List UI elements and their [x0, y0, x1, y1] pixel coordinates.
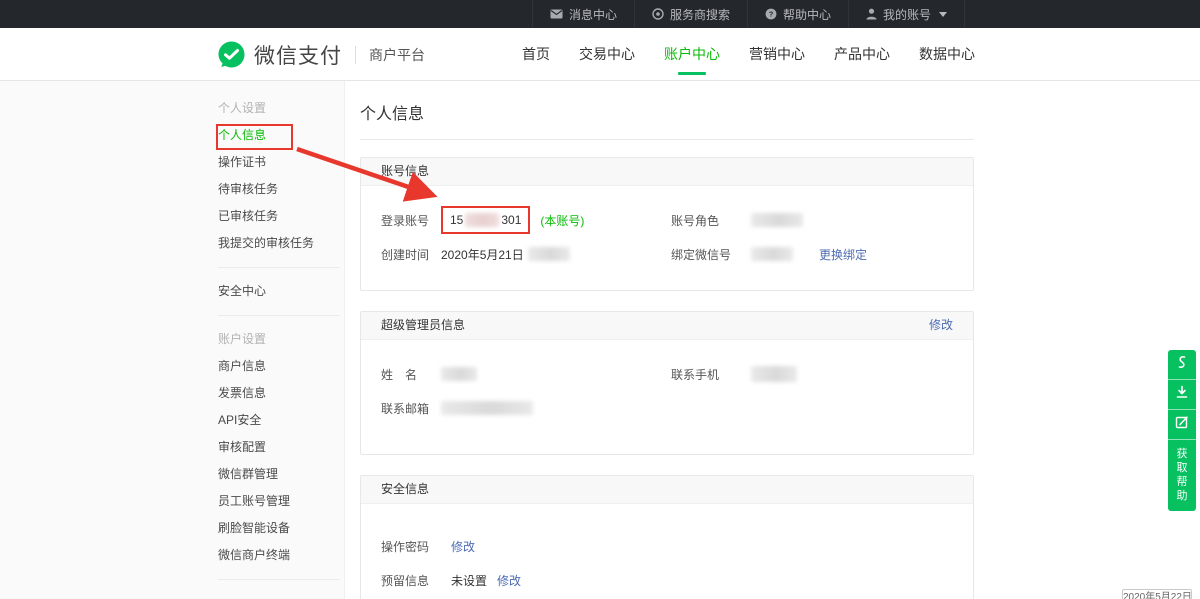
sidebar-item-merchant-terminal[interactable]: 微信商户终端 [218, 542, 340, 569]
envelope-icon [550, 9, 563, 19]
help-center-menu[interactable]: ? 帮助中心 [747, 0, 848, 28]
login-account-label: 登录账号 [381, 212, 441, 229]
rebind-link[interactable]: 更换绑定 [819, 246, 867, 263]
wechat-pay-logo-icon [218, 41, 245, 68]
nav-transaction-center[interactable]: 交易中心 [579, 28, 635, 81]
download-button[interactable] [1168, 380, 1196, 410]
admin-info-card-title: 超级管理员信息 [381, 312, 465, 339]
feedback-edit-icon [1175, 415, 1189, 434]
login-account-annotation-box: 15 301 [441, 206, 530, 234]
login-account-suffix: 301 [501, 213, 521, 227]
reserve-info-status: 未设置 [451, 572, 487, 589]
admin-info-card: 超级管理员信息 修改 姓 名 联系手机 联系邮箱 [360, 311, 974, 455]
account-info-card: 账号信息 登录账号 15 301 (本账号) 账号角色 [360, 157, 974, 291]
admin-phone-redacted [751, 366, 797, 382]
sidebar-section-account-settings: 账户设置 [218, 326, 340, 353]
nav-product-center[interactable]: 产品中心 [834, 28, 890, 81]
sidebar-item-pending-review-tasks[interactable]: 待审核任务 [218, 176, 340, 203]
operation-password-edit-link[interactable]: 修改 [451, 538, 475, 555]
left-rail: 个人设置 个人信息 操作证书 待审核任务 已审核任务 我提交的审核任务 安全中心… [0, 81, 345, 599]
sidebar-item-wechat-group-mgmt[interactable]: 微信群管理 [218, 461, 340, 488]
login-account-prefix: 15 [450, 213, 463, 227]
hotline-button[interactable] [1168, 350, 1196, 380]
nav-home[interactable]: 首页 [522, 28, 550, 81]
floating-help-bar: 获 取 帮 助 [1168, 350, 1196, 511]
account-role-label: 账号角色 [671, 212, 751, 229]
sidebar-item-personal-info[interactable]: 个人信息 [218, 122, 340, 149]
topbar-item-label: 消息中心 [569, 6, 617, 23]
main-nav: 首页 交易中心 账户中心 营销中心 产品中心 数据中心 [493, 28, 975, 81]
topbar-item-label: 服务商搜索 [670, 6, 730, 23]
admin-info-card-header: 超级管理员信息 修改 [361, 312, 973, 340]
reserve-info-edit-link[interactable]: 修改 [497, 572, 521, 589]
nav-account-center[interactable]: 账户中心 [664, 28, 720, 81]
login-account-redacted [465, 213, 499, 227]
security-info-card-header: 安全信息 [361, 476, 973, 504]
sidebar-divider [218, 315, 340, 316]
bound-wechat-label: 绑定微信号 [671, 246, 751, 263]
brand-portal: 商户平台 [369, 45, 425, 65]
admin-phone-label: 联系手机 [671, 366, 751, 383]
get-help-label-char: 助 [1168, 489, 1196, 503]
get-help-label-char: 获 [1168, 447, 1196, 461]
sidebar-divider [218, 267, 340, 268]
security-info-card: 安全信息 操作密码 修改 预留信息 未设置 修改 预留信息是由你自己设置的一段文… [360, 475, 974, 599]
sidebar-item-staff-account-mgmt[interactable]: 员工账号管理 [218, 488, 340, 515]
my-account-menu[interactable]: 我的账号 [848, 0, 965, 28]
created-time-redacted [528, 247, 570, 261]
admin-name-redacted [441, 367, 477, 381]
chevron-down-icon [939, 12, 947, 17]
nav-marketing-center[interactable]: 营销中心 [749, 28, 805, 81]
account-info-card-header: 账号信息 [361, 158, 973, 186]
sidebar-divider [218, 579, 340, 580]
sidebar-item-my-submitted-tasks[interactable]: 我提交的审核任务 [218, 230, 340, 257]
topbar-item-label: 帮助中心 [783, 6, 831, 23]
created-time-value: 2020年5月21日 [441, 246, 524, 263]
sidebar-item-merchant-info[interactable]: 商户信息 [218, 353, 340, 380]
security-info-card-title: 安全信息 [381, 476, 429, 503]
account-info-card-title: 账号信息 [381, 158, 429, 185]
service-provider-search-menu[interactable]: 服务商搜索 [634, 0, 747, 28]
feedback-button[interactable] [1168, 410, 1196, 440]
download-icon [1175, 385, 1189, 404]
hotline-icon [1175, 355, 1189, 374]
get-help-button[interactable]: 获 取 帮 助 [1168, 440, 1196, 511]
admin-email-label: 联系邮箱 [381, 400, 441, 417]
sidebar-item-invoice-info[interactable]: 发票信息 [218, 380, 340, 407]
operation-password-label: 操作密码 [381, 538, 451, 555]
message-center-menu[interactable]: 消息中心 [532, 0, 634, 28]
topbar: 消息中心 服务商搜索 ? 帮助中心 我的账号 [0, 0, 1200, 28]
brand-divider [355, 46, 356, 64]
sidebar-item-reviewed-tasks[interactable]: 已审核任务 [218, 203, 340, 230]
date-tooltip: 2020年5月22日 [1122, 589, 1192, 599]
sidebar-item-security-center[interactable]: 安全中心 [218, 278, 340, 305]
bound-wechat-redacted [751, 247, 793, 261]
sidebar-item-api-security[interactable]: API安全 [218, 407, 340, 434]
sidebar-section-personal-settings: 个人设置 [218, 95, 340, 122]
get-help-label-char: 取 [1168, 461, 1196, 475]
account-role-redacted [751, 213, 803, 227]
get-help-label-char: 帮 [1168, 475, 1196, 489]
svg-text:?: ? [769, 10, 774, 19]
sidebar-item-operation-certificate[interactable]: 操作证书 [218, 149, 340, 176]
nav-data-center[interactable]: 数据中心 [919, 28, 975, 81]
main-content: 个人信息 账号信息 登录账号 15 301 (本账号) 账号角色 [360, 81, 974, 599]
reserve-info-label: 预留信息 [381, 572, 451, 589]
admin-edit-link[interactable]: 修改 [929, 312, 953, 339]
current-account-note: (本账号) [540, 212, 584, 229]
user-icon [866, 8, 877, 20]
topbar-item-label: 我的账号 [883, 6, 931, 23]
created-time-label: 创建时间 [381, 246, 441, 263]
brand-name: 微信支付 [254, 40, 342, 70]
sidebar-item-face-device[interactable]: 刷脸智能设备 [218, 515, 340, 542]
brand[interactable]: 微信支付 商户平台 [218, 28, 425, 81]
help-icon: ? [765, 8, 777, 20]
admin-email-redacted [441, 401, 533, 415]
search-icon [652, 8, 664, 20]
admin-name-label: 姓 名 [381, 366, 441, 383]
header: 微信支付 商户平台 首页 交易中心 账户中心 营销中心 产品中心 数据中心 [0, 28, 1200, 81]
sidebar-menu: 个人设置 个人信息 操作证书 待审核任务 已审核任务 我提交的审核任务 安全中心… [218, 81, 340, 580]
sidebar-item-review-config[interactable]: 审核配置 [218, 434, 340, 461]
page-title: 个人信息 [360, 100, 974, 140]
